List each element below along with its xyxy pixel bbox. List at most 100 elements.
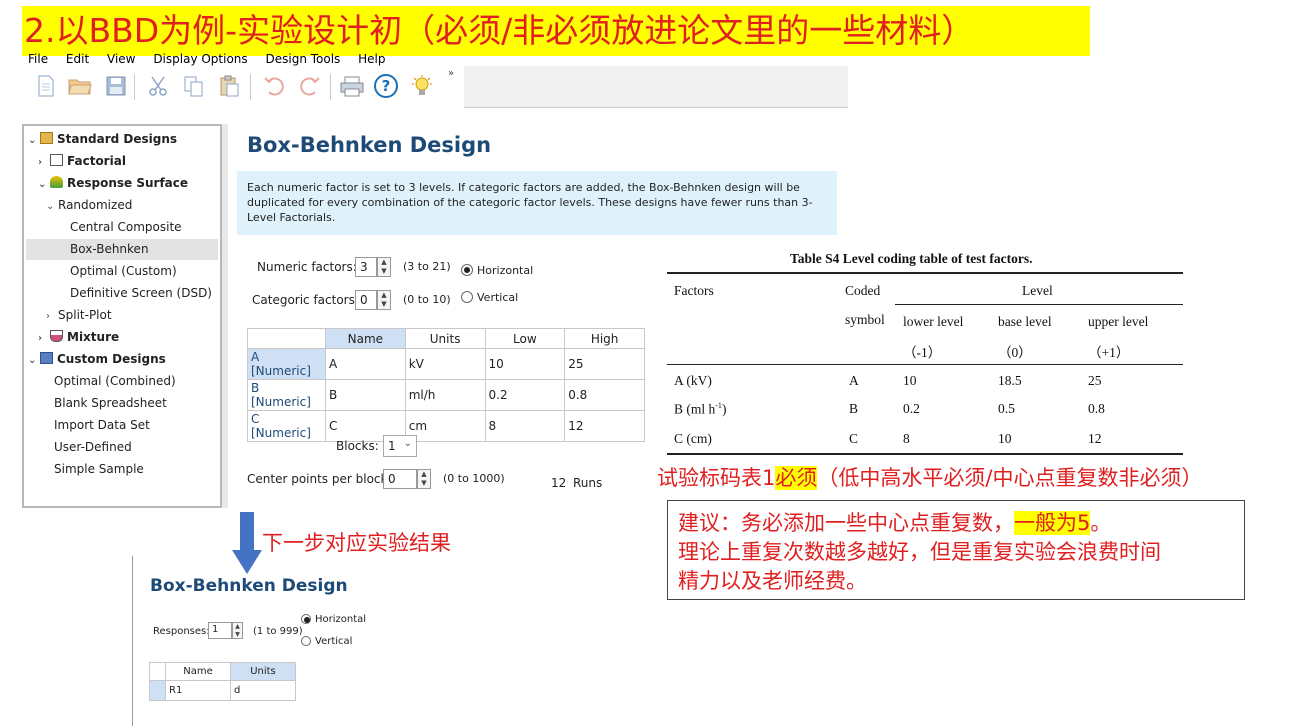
col-high[interactable]: High	[564, 328, 645, 349]
menu-edit[interactable]: Edit	[66, 52, 89, 66]
col-name[interactable]: Name	[324, 328, 406, 349]
redo-icon[interactable]	[298, 74, 322, 98]
panel2-title: Box-Behnken Design	[150, 576, 348, 596]
col-units[interactable]: Units	[230, 662, 296, 681]
row-header[interactable]: C [Numeric]	[247, 410, 326, 442]
cell-name[interactable]: R1	[165, 680, 231, 701]
folder-icon	[40, 132, 53, 144]
base-c: 10	[998, 431, 1012, 446]
tree-central-composite[interactable]: Central Composite	[70, 220, 182, 234]
col-units[interactable]: Units	[404, 328, 486, 349]
blocks-select[interactable]: 1 ⌄	[383, 435, 417, 457]
tree-blank-spreadsheet[interactable]: Blank Spreadsheet	[54, 396, 167, 410]
responses-stepper[interactable]: ▲ ▼	[232, 622, 243, 639]
horizontal-radio[interactable]: Horizontal	[461, 264, 533, 277]
header-symbol: symbol	[845, 312, 885, 327]
numeric-factors-label: Numeric factors:	[257, 260, 357, 274]
row-header[interactable]: A [Numeric]	[247, 348, 326, 380]
cell-units[interactable]: ml/h	[404, 379, 486, 411]
toolbar-overflow-icon[interactable]: »	[448, 68, 454, 79]
tree-simple-sample[interactable]: Simple Sample	[54, 462, 144, 476]
tree-optimal-combined[interactable]: Optimal (Combined)	[54, 374, 176, 388]
tree-definitive-screen[interactable]: Definitive Screen (DSD)	[70, 286, 212, 300]
save-icon[interactable]	[104, 74, 128, 98]
base-a: 18.5	[998, 373, 1022, 388]
header-level: Level	[1022, 283, 1053, 298]
cell-name[interactable]: B	[324, 379, 406, 411]
responses-input[interactable]: 1	[208, 622, 232, 639]
panel2-horizontal-radio[interactable]: Horizontal	[301, 614, 366, 625]
help-icon[interactable]: ?	[374, 74, 398, 98]
table-rule-bottom	[667, 453, 1183, 455]
radio-on-icon	[461, 264, 473, 276]
chevron-right-icon: ›	[38, 157, 43, 168]
tree-randomized[interactable]: ⌄ Randomized	[46, 198, 132, 212]
blocks-label: Blocks:	[336, 439, 379, 453]
row-header[interactable]: B [Numeric]	[247, 379, 326, 411]
tree-user-defined[interactable]: User-Defined	[54, 440, 132, 454]
symbol-b: B	[849, 401, 859, 416]
table-rule-mid	[667, 364, 1183, 365]
tree-custom-designs[interactable]: ⌄ Custom Designs	[28, 352, 166, 366]
center-points-label: Center points per block:	[247, 472, 392, 486]
cell-units[interactable]: kV	[404, 348, 486, 380]
base-b: 0.5	[998, 401, 1015, 416]
menu-view[interactable]: View	[107, 52, 135, 66]
cell-units[interactable]: cm	[404, 410, 486, 442]
menu-help[interactable]: Help	[358, 52, 385, 66]
design-tree: ⌄ Standard Designs › Factorial ⌄ Response S…	[22, 124, 222, 508]
open-folder-icon[interactable]	[68, 74, 92, 98]
tree-import-data-set[interactable]: Import Data Set	[54, 418, 150, 432]
cell-units[interactable]: d	[230, 680, 296, 701]
numeric-factors-input[interactable]: 3	[355, 257, 377, 277]
numeric-factors-stepper[interactable]: ▲ ▼	[377, 257, 391, 277]
lower-a: 10	[903, 373, 917, 388]
flask-icon	[50, 330, 63, 342]
slide-title: 2.以BBD为例-实验设计初（必须/非必须放进论文里的一些材料）	[22, 6, 1090, 56]
chevron-down-icon: ⌄	[46, 201, 55, 212]
menu-display-options[interactable]: Display Options	[153, 52, 247, 66]
tree-box-behnken[interactable]: Box-Behnken	[70, 242, 149, 256]
categoric-factors-label: Categoric factors:	[252, 293, 359, 307]
categoric-factors-input[interactable]: 0	[355, 290, 377, 310]
cell-low[interactable]: 10	[484, 348, 566, 380]
panel2-vertical-radio[interactable]: Vertical	[301, 636, 352, 647]
header-coded: Coded	[845, 283, 881, 298]
col-name[interactable]: Name	[165, 662, 231, 681]
paper-table-caption: Table S4 Level coding table of test fact…	[790, 251, 1033, 266]
tree-split-plot[interactable]: › Split-Plot	[46, 308, 112, 322]
tree-mixture[interactable]: › Mixture	[38, 330, 119, 344]
tree-factorial[interactable]: › Factorial	[38, 154, 126, 168]
col-low[interactable]: Low	[484, 328, 566, 349]
cut-icon[interactable]	[146, 74, 170, 98]
factor-table: Name Units Low High A [Numeric] A kV 10 …	[247, 328, 645, 442]
upper-b: 0.8	[1088, 401, 1105, 416]
factor-c: C (cm)	[674, 431, 712, 446]
copy-icon[interactable]	[182, 74, 206, 98]
tree-response-surface[interactable]: ⌄ Response Surface	[38, 176, 188, 190]
center-points-stepper[interactable]: ▲ ▼	[417, 469, 431, 489]
print-icon[interactable]	[340, 74, 364, 98]
symbol-c: C	[849, 431, 859, 446]
row-header[interactable]	[149, 680, 166, 701]
tree-standard-designs[interactable]: ⌄ Standard Designs	[28, 132, 177, 146]
tip-bulb-icon[interactable]	[410, 74, 434, 98]
tree-optimal-custom[interactable]: Optimal (Custom)	[70, 264, 177, 278]
cell-high[interactable]: 25	[564, 348, 645, 380]
runs-label: Runs	[573, 476, 603, 490]
cell-low[interactable]: 0.2	[484, 379, 566, 411]
center-points-input[interactable]: 0	[383, 469, 417, 489]
surface-icon	[50, 176, 63, 188]
cell-high[interactable]: 0.8	[564, 379, 645, 411]
paste-icon[interactable]	[217, 74, 241, 98]
undo-icon[interactable]	[262, 74, 286, 98]
cell-high[interactable]: 12	[564, 410, 645, 442]
menu-design-tools[interactable]: Design Tools	[266, 52, 341, 66]
new-file-icon[interactable]	[34, 74, 58, 98]
categoric-factors-stepper[interactable]: ▲ ▼	[377, 290, 391, 310]
advice-box: 建议：务必添加一些中心点重复数，一般为5。 理论上重复次数越多越好，但是重复实验…	[667, 500, 1245, 600]
cell-low[interactable]: 8	[484, 410, 566, 442]
cell-name[interactable]: A	[324, 348, 406, 380]
menu-file[interactable]: File	[28, 52, 48, 66]
vertical-radio[interactable]: Vertical	[461, 291, 518, 304]
